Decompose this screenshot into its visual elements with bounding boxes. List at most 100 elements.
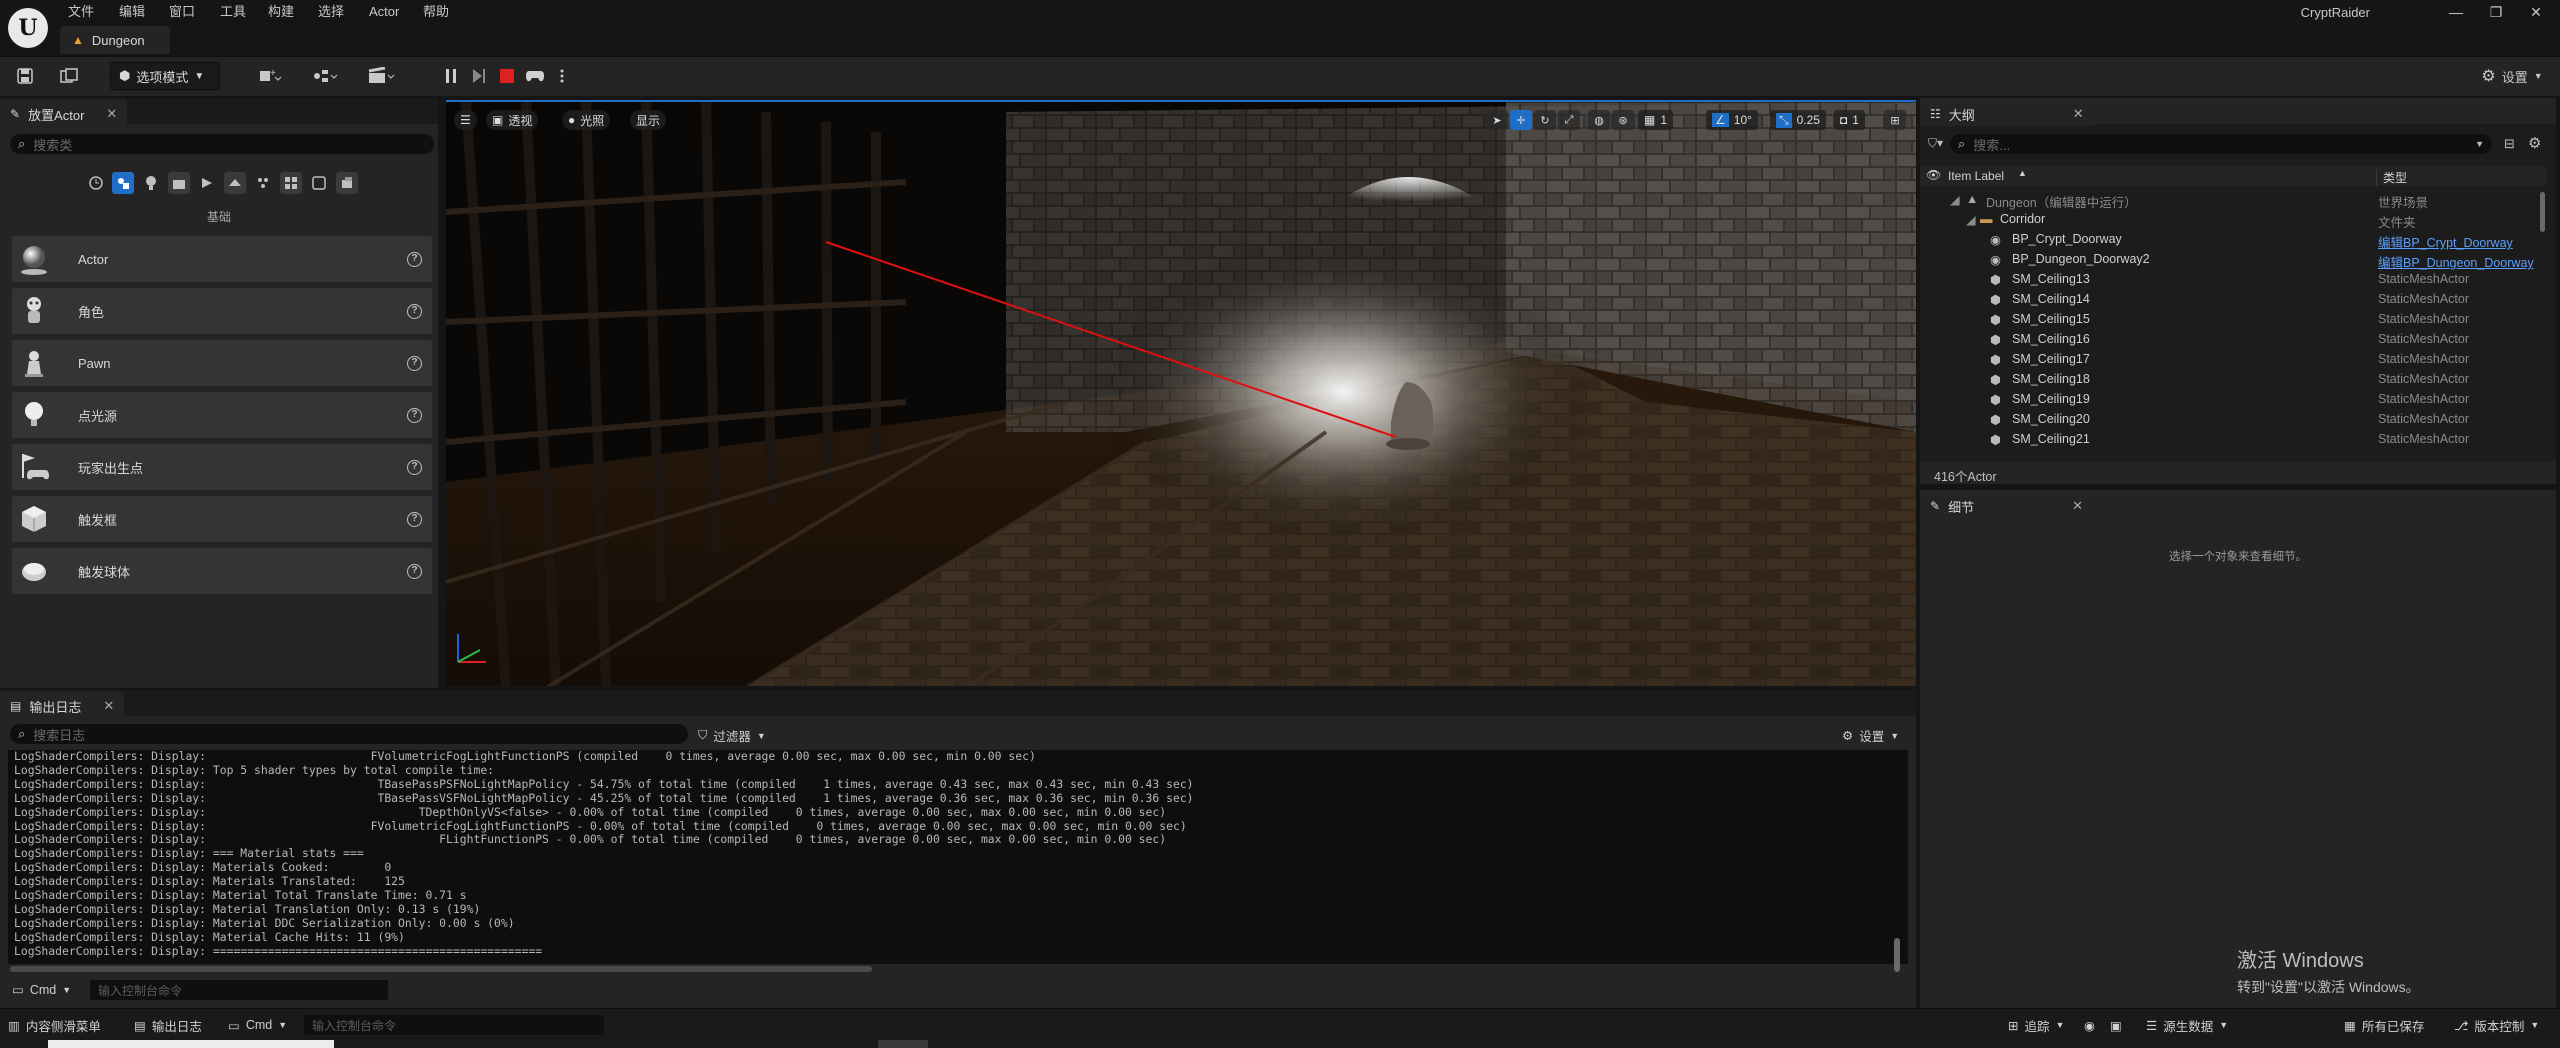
pause-icon[interactable] (440, 62, 462, 90)
status-console-input[interactable]: 输入控制台命令 (304, 1015, 604, 1035)
menu-window[interactable]: 窗口 (167, 2, 197, 22)
recent-icon[interactable] (85, 172, 107, 194)
camera-speed-button[interactable]: ◘ 1 (1834, 110, 1865, 130)
tree-row[interactable]: ◉ BP_Dungeon_Doorway2 编辑BP_Dungeon_Doorw… (1920, 250, 2546, 270)
tree-row[interactable]: ⬢ SM_Ceiling16 StaticMeshActor (1920, 330, 2546, 350)
content-browser-icon[interactable] (56, 62, 82, 90)
tree-row[interactable]: ⬢ SM_Ceiling15 StaticMeshActor (1920, 310, 2546, 330)
tree-row[interactable]: ◢ ▬ Corridor 文件夹 (1920, 210, 2546, 230)
tree-row[interactable]: ◉ BP_Crypt_Doorway 编辑BP_Crypt_Doorway (1920, 230, 2546, 250)
help-icon[interactable]: ? (407, 407, 422, 423)
volumes-category-icon[interactable] (252, 172, 274, 194)
all-classes-category-icon[interactable] (280, 172, 302, 194)
basic-category-icon[interactable] (112, 172, 134, 194)
add-actor-button[interactable]: + (250, 62, 290, 90)
menu-actor[interactable]: Actor (367, 2, 401, 22)
world-space-icon[interactable]: ◍ (1588, 110, 1610, 130)
save-all-button[interactable]: ▦ 所有已保存 (2344, 1014, 2424, 1036)
menu-build[interactable]: 构建 (266, 2, 296, 22)
output-log-button[interactable]: ▤ 输出日志 (134, 1014, 202, 1036)
source-data-button[interactable]: ☰ 源生数据 ▼ (2146, 1014, 2228, 1036)
tree-row[interactable]: ⬢ SM_Ceiling17 StaticMeshActor (1920, 350, 2546, 370)
filter-icon[interactable]: ⛉▾ (1928, 136, 1943, 151)
grid-snap-button[interactable]: ▦ 1 (1638, 110, 1674, 130)
close-icon[interactable]: ✕ (2073, 106, 2084, 122)
log-settings-button[interactable]: ⚙ 设置 ▼ (1842, 726, 1899, 745)
geometry-category-icon[interactable] (224, 172, 246, 194)
place-actor-tab[interactable]: ✎ 放置Actor ✕ (0, 100, 128, 126)
tree-row[interactable]: ⬢ SM_Ceiling20 StaticMeshActor (1920, 410, 2546, 430)
expand-arrow-icon[interactable]: ◢ (1966, 212, 1976, 227)
select-tool-icon[interactable]: ➤ (1486, 110, 1508, 130)
actor-item-trigger-sphere[interactable]: 触发球体 ? (12, 548, 432, 594)
tree-row[interactable]: ⬢ SM_Ceiling18 StaticMeshActor (1920, 370, 2546, 390)
status-cmd-dropdown[interactable]: ▭ Cmd ▼ (228, 1014, 287, 1036)
tree-row[interactable]: ⬢ SM_Ceiling21 StaticMeshActor (1920, 430, 2546, 450)
menu-help[interactable]: 帮助 (421, 2, 451, 22)
revision-control-button[interactable]: ⎇ 版本控制 ▼ (2454, 1014, 2539, 1036)
surface-snap-icon[interactable]: ⊛ (1612, 110, 1634, 130)
menu-select[interactable]: 选择 (316, 2, 346, 22)
minimize-icon[interactable]: — (2436, 0, 2476, 24)
save-icon[interactable] (12, 62, 38, 90)
rotate-tool-icon[interactable]: ↻ (1534, 110, 1556, 130)
menu-file[interactable]: 文件 (66, 2, 96, 22)
visibility-eye-icon[interactable]: 👁 (1926, 168, 1941, 182)
frame-skip-icon[interactable] (468, 62, 490, 90)
actor-item-actor[interactable]: Actor ? (12, 236, 432, 282)
log-vertical-scrollbar[interactable] (1894, 938, 1900, 972)
level-viewport[interactable]: ☰ ▣ 透视 ● 光照 显示 ➤ ✛ ↻ ⤢ ◍ ⊛ ▦ 1 ∠ 10° ⤡ 0… (446, 100, 1916, 686)
lighting-mode-button[interactable]: ● 光照 (562, 110, 611, 130)
actor-item-trigger-box[interactable]: 触发框 ? (12, 496, 432, 542)
help-icon[interactable]: ? (407, 459, 422, 475)
show-button[interactable]: 显示 (630, 110, 667, 130)
output-log-tab[interactable]: ▤ 输出日志 ✕ (0, 692, 125, 718)
tree-row[interactable]: ◢ ▲ Dungeon（编辑器中运行） 世界场景 (1920, 190, 2546, 210)
trace-button[interactable]: ⊞ 追踪 ▼ (2008, 1014, 2064, 1036)
log-search[interactable]: ⌕ 搜索日志 (10, 724, 688, 744)
scale-tool-icon[interactable]: ⤢ (1558, 110, 1580, 130)
tree-row[interactable]: ⬢ SM_Ceiling13 StaticMeshActor (1920, 270, 2546, 290)
mode-selector[interactable]: ⬢ 选项模式 ▼ (110, 62, 220, 90)
record-icon[interactable]: ◉ (2084, 1014, 2095, 1036)
close-icon[interactable]: ✕ (2072, 498, 2083, 514)
shapes-category-icon[interactable] (308, 172, 330, 194)
drawer-resize-handle[interactable] (878, 1040, 928, 1048)
help-icon[interactable]: ? (407, 511, 422, 527)
edit-blueprint-link[interactable]: 编辑BP_Crypt_Doorway (2378, 232, 2513, 251)
log-text-area[interactable]: LogShaderCompilers: Display: FVolumetric… (8, 750, 1908, 964)
edit-blueprint-link[interactable]: 编辑BP_Dungeon_Doorway (2378, 252, 2534, 271)
perspective-button[interactable]: ▣ 透视 (486, 110, 539, 130)
rotation-snap-button[interactable]: ∠ 10° (1706, 110, 1758, 130)
tree-row[interactable]: ⬢ SM_Ceiling19 StaticMeshActor (1920, 390, 2546, 410)
blueprint-button[interactable] (305, 62, 345, 90)
outliner-tab[interactable]: ☷ 大纲 ✕ (1920, 100, 2094, 126)
more-options-icon[interactable] (556, 62, 568, 90)
stop-icon[interactable] (496, 62, 518, 90)
console-input[interactable]: 输入控制台命令 (90, 980, 388, 1000)
menu-tools[interactable]: 工具 (218, 2, 248, 22)
custom-category-icon[interactable] (336, 172, 358, 194)
tree-row[interactable]: ⬢ SM_Ceiling14 StaticMeshActor (1920, 290, 2546, 310)
help-icon[interactable]: ? (407, 251, 422, 267)
actor-item-player-start[interactable]: 玩家出生点 ? (12, 444, 432, 490)
help-icon[interactable]: ? (407, 563, 422, 579)
expand-arrow-icon[interactable]: ◢ (1950, 192, 1960, 207)
column-type[interactable]: 类型 (2376, 169, 2407, 186)
actor-item-point-light[interactable]: 点光源 ? (12, 392, 432, 438)
restore-icon[interactable]: ❐ (2476, 0, 2516, 24)
possess-gamepad-icon[interactable] (522, 62, 548, 90)
level-tab[interactable]: ▲ Dungeon (60, 26, 170, 54)
cinematic-category-icon[interactable] (168, 172, 190, 194)
close-icon[interactable]: ✕ (106, 106, 117, 122)
visual-effects-category-icon[interactable] (196, 172, 218, 194)
gear-icon[interactable]: ⚙ (2528, 134, 2541, 152)
close-window-icon[interactable]: ✕ (2516, 0, 2556, 24)
cinematics-button[interactable] (360, 62, 402, 90)
scale-snap-button[interactable]: ⤡ 0.25 (1770, 110, 1826, 130)
help-icon[interactable]: ? (407, 355, 422, 371)
place-actor-search[interactable]: ⌕ 搜索类 (10, 134, 434, 154)
cmd-dropdown[interactable]: ▭ Cmd ▼ (12, 982, 71, 998)
close-icon[interactable]: ✕ (103, 698, 114, 714)
maximize-viewport-icon[interactable]: ⊞ (1884, 110, 1906, 130)
